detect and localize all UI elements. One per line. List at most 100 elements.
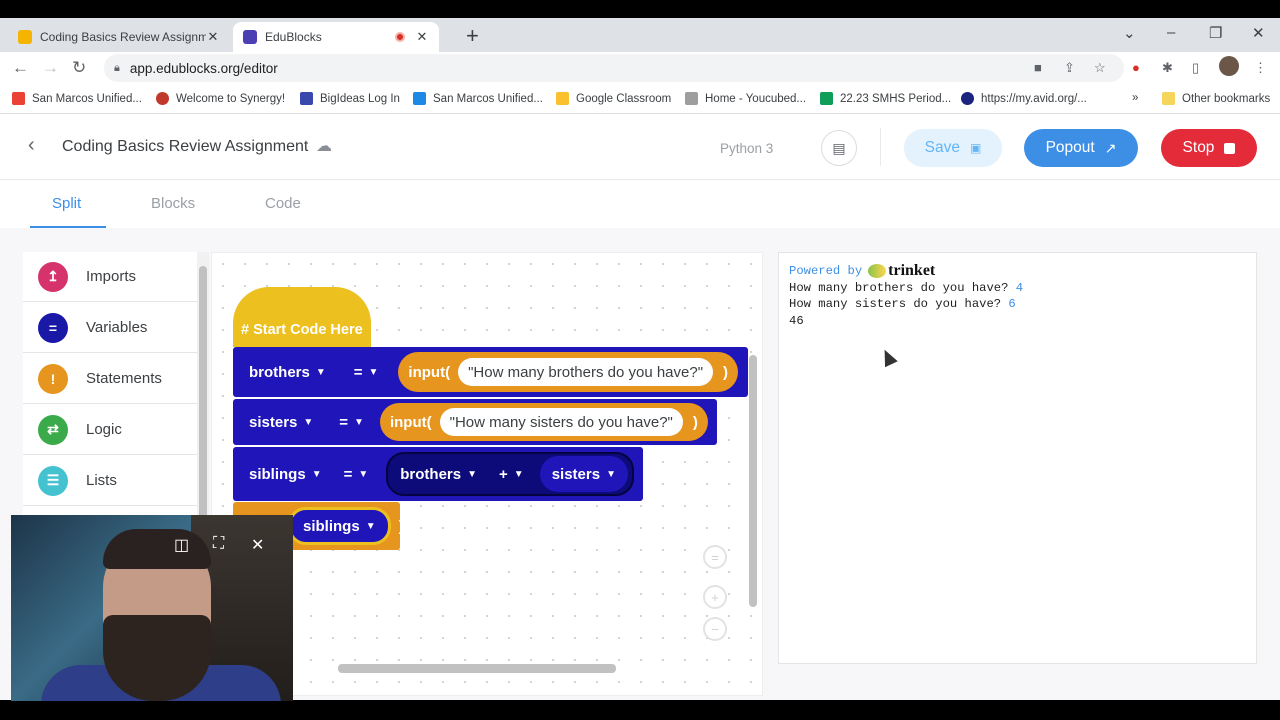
recording-icon xyxy=(395,32,405,42)
bookmark-item[interactable]: Welcome to Synergy! xyxy=(156,92,285,105)
bookmark-label: https://my.avid.org/... xyxy=(981,92,1087,105)
puzzle-icon[interactable]: ✱ xyxy=(1162,60,1173,76)
canvas-horizontal-scrollbar[interactable] xyxy=(338,664,616,673)
zoom-out-icon[interactable]: − xyxy=(703,617,727,641)
toolbox-logic[interactable]: ⇄ Logic xyxy=(23,405,197,455)
browser-tab-assignment[interactable]: Coding Basics Review Assignmen ✕ xyxy=(8,22,230,52)
profile-avatar[interactable] xyxy=(1219,56,1239,76)
restore-icon[interactable]: ❐ xyxy=(1209,24,1222,42)
toolbox-scrollbar[interactable] xyxy=(197,252,209,552)
bookmark-item[interactable]: Google Classroom xyxy=(556,92,671,105)
var-name[interactable]: sisters xyxy=(249,414,297,431)
reload-icon[interactable]: ↻ xyxy=(72,58,86,78)
bookmark-label: San Marcos Unified... xyxy=(433,92,543,105)
bookmark-item[interactable]: BigIdeas Log In xyxy=(300,92,400,105)
statements-icon: ! xyxy=(38,363,68,394)
close-tab-icon[interactable]: ✕ xyxy=(206,29,220,45)
dropdown-icon[interactable]: ▼ xyxy=(514,469,524,480)
start-code-hat-block[interactable]: # Start Code Here xyxy=(233,287,371,347)
docs-button[interactable]: ▤ xyxy=(821,130,857,166)
toolbox-imports[interactable]: ↥ Imports xyxy=(23,252,197,302)
input-block[interactable]: input( " How many brothers do you have? " … xyxy=(398,352,739,392)
toolbox-variables[interactable]: = Variables xyxy=(23,303,197,353)
plus-operator: + xyxy=(499,465,508,483)
close-webcam-icon[interactable]: ✕ xyxy=(251,535,264,555)
hat-label: # Start Code Here xyxy=(241,322,363,338)
project-title[interactable]: Coding Basics Review Assignment xyxy=(62,138,308,156)
dropdown-icon[interactable]: ▼ xyxy=(358,469,368,480)
dropdown-icon[interactable]: ▼ xyxy=(366,521,376,532)
var-name[interactable]: siblings xyxy=(249,466,306,483)
string-field[interactable]: " How many sisters do you have? " xyxy=(439,408,683,436)
addition-block[interactable]: brothers ▼ + ▼ sisters ▼ xyxy=(386,452,634,496)
siblings-variable-pill[interactable]: siblings ▼ xyxy=(288,507,391,545)
dropdown-icon[interactable]: ▼ xyxy=(606,469,616,480)
extension-icon[interactable]: ● xyxy=(1132,60,1140,75)
brand-name: trinket xyxy=(888,262,936,279)
popout-button[interactable]: Popout ↗ xyxy=(1024,129,1138,167)
brothers-assign-block[interactable]: brothers ▼ = ▼ input( " How many brothers d… xyxy=(233,347,748,397)
menu-icon[interactable]: ⋮ xyxy=(1254,60,1267,76)
youcubed-icon xyxy=(685,92,698,105)
console-line: How many brothers do you have? 4 xyxy=(789,280,1256,297)
siblings-assign-block[interactable]: siblings ▼ = ▼ brothers ▼ + ▼ sisters ▼ xyxy=(233,447,643,501)
sisters-assign-block[interactable]: sisters ▼ = ▼ input( " How many sisters do … xyxy=(233,399,717,445)
tab-split[interactable]: Split xyxy=(52,195,81,212)
bookmark-item[interactable]: San Marcos Unified... xyxy=(12,92,142,105)
bookmark-item[interactable]: San Marcos Unified... xyxy=(413,92,543,105)
forward-arrow-icon[interactable]: → xyxy=(42,58,59,78)
tab-code[interactable]: Code xyxy=(265,195,301,212)
new-tab-icon[interactable]: + xyxy=(466,23,479,49)
operand-a[interactable]: brothers xyxy=(400,466,461,483)
tab-search-icon[interactable]: ⌄ xyxy=(1123,24,1136,42)
cloud-icon: ☁ xyxy=(316,138,332,155)
canvas-vertical-scrollbar[interactable] xyxy=(749,355,757,607)
save-button[interactable]: Save ▣ xyxy=(904,129,1002,167)
dropdown-icon[interactable]: ▼ xyxy=(312,469,322,480)
close-tab-icon[interactable]: ✕ xyxy=(415,29,429,45)
sidepanel-icon[interactable]: ▯ xyxy=(1192,60,1199,76)
camera-icon[interactable]: ■ xyxy=(1034,60,1042,75)
toolbox-statements[interactable]: ! Statements xyxy=(23,354,197,404)
bookmark-item[interactable]: https://my.avid.org/... xyxy=(961,92,1087,105)
stop-button[interactable]: Stop xyxy=(1161,129,1257,167)
input-block[interactable]: input( " How many sisters do you have? " ) xyxy=(379,403,708,441)
tab-strip: Coding Basics Review Assignmen ✕ EduBloc… xyxy=(0,18,1280,52)
string-field[interactable]: " How many brothers do you have? " xyxy=(458,358,714,386)
dropdown-icon[interactable]: ▼ xyxy=(316,367,326,378)
output-console[interactable]: Powered by trinket How many brothers do y… xyxy=(778,252,1257,664)
bookmark-item[interactable]: 22.23 SMHS Period... xyxy=(820,92,951,105)
reset-zoom-icon[interactable]: = xyxy=(703,545,727,569)
back-chevron-icon[interactable]: ‹ xyxy=(28,134,35,157)
share-icon[interactable]: ⇪ xyxy=(1064,60,1075,76)
other-bookmarks[interactable]: Other bookmarks xyxy=(1162,92,1270,105)
dropdown-icon[interactable]: ▼ xyxy=(303,417,313,428)
close-window-icon[interactable]: ✕ xyxy=(1252,24,1265,42)
string-text: How many sisters do you have? xyxy=(454,413,668,431)
zoom-in-icon[interactable]: + xyxy=(703,585,727,609)
back-arrow-icon[interactable]: ← xyxy=(12,58,29,78)
dropdown-icon[interactable]: ▼ xyxy=(467,469,477,480)
powered-by-label: Powered by xyxy=(789,264,863,278)
split-view-icon[interactable]: ◫ xyxy=(174,535,189,555)
console-line: 46 xyxy=(789,313,1256,330)
tab-blocks[interactable]: Blocks xyxy=(151,195,195,212)
bookmark-item[interactable]: Home - Youcubed... xyxy=(685,92,806,105)
minimize-icon[interactable]: – xyxy=(1167,24,1175,41)
dropdown-icon[interactable]: ▼ xyxy=(354,417,364,428)
scroll-thumb[interactable] xyxy=(199,266,207,536)
bookmark-label: 22.23 SMHS Period... xyxy=(840,92,952,105)
var-name[interactable]: brothers xyxy=(249,364,310,381)
browser-tab-edublocks[interactable]: EduBlocks ✕ xyxy=(233,22,439,52)
category-label: Statements xyxy=(86,370,162,387)
toolbox-lists[interactable]: ☰ Lists xyxy=(23,456,197,506)
operand-b-pill[interactable]: sisters ▼ xyxy=(539,456,628,492)
dropdown-icon[interactable]: ▼ xyxy=(369,367,379,378)
star-icon[interactable]: ☆ xyxy=(1094,60,1106,76)
trinket-logo: trinket xyxy=(868,262,936,280)
bookmarks-overflow-icon[interactable]: » xyxy=(1132,92,1138,104)
category-label: Imports xyxy=(86,268,137,285)
fullscreen-icon[interactable]: ⛶ xyxy=(213,535,224,553)
category-label: Variables xyxy=(86,319,148,336)
address-bar[interactable]: 🔒︎ app.edublocks.org/editor ■ ⇪ ☆ xyxy=(104,54,1124,82)
